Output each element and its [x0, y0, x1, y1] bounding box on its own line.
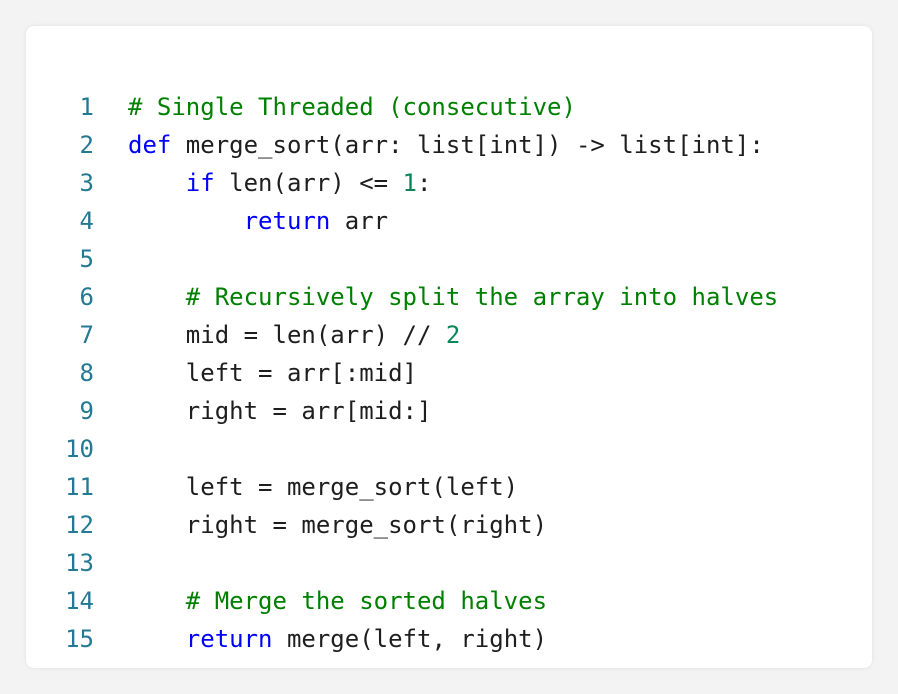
line-content	[94, 240, 128, 278]
number-token: 2	[445, 321, 461, 349]
line-content: def merge_sort(arr: list[int]) -> list[i…	[94, 126, 764, 164]
line-content: return arr	[94, 202, 389, 240]
line-number: 4	[79, 207, 94, 235]
line-number: 5	[79, 245, 94, 273]
code-line: 13	[26, 544, 872, 582]
code-line: 1 # Single Threaded (consecutive)	[26, 88, 872, 126]
code-line: 8 left = arr[:mid]	[26, 354, 872, 392]
number-token: 1	[402, 169, 417, 197]
code-token: arr	[330, 207, 389, 235]
line-content	[94, 430, 128, 468]
code-line: 5	[26, 240, 872, 278]
code-line: 9 right = arr[mid:]	[26, 392, 872, 430]
code-token: len(arr) <=	[214, 169, 403, 197]
line-number: 1	[79, 93, 94, 121]
line-number: 7	[79, 321, 94, 349]
line-content: right = arr[mid:]	[94, 392, 432, 430]
code-line: 4 return arr	[26, 202, 872, 240]
line-number: 3	[79, 169, 94, 197]
keyword-token: if	[185, 169, 215, 197]
code-token: right = merge_sort(right)	[128, 511, 548, 539]
line-content: return merge(left, right)	[94, 620, 547, 658]
line-number: 8	[79, 359, 94, 387]
line-number: 11	[65, 473, 94, 501]
line-content: # Merge the sorted halves	[94, 582, 547, 620]
line-number: 6	[79, 283, 94, 311]
code-line: 6 # Recursively split the array into hal…	[26, 278, 872, 316]
line-number: 14	[65, 587, 94, 615]
code-token: left = merge_sort(left)	[128, 473, 519, 501]
comment-token: # Single Threaded (consecutive)	[128, 93, 576, 121]
code-token: merge(left, right)	[272, 625, 548, 653]
line-content	[94, 544, 128, 582]
code-line: 14 # Merge the sorted halves	[26, 582, 872, 620]
keyword-token: return	[185, 625, 273, 653]
comment-token: # Recursively split the array into halve…	[185, 283, 779, 311]
code-line: 11 left = merge_sort(left)	[26, 468, 872, 506]
code-token: mid = len(arr) //	[128, 321, 446, 349]
line-content: right = merge_sort(right)	[94, 506, 547, 544]
code-card: 1 # Single Threaded (consecutive) 2 def mer…	[26, 26, 872, 668]
code-line: 2 def merge_sort(arr: list[int]) -> list[…	[26, 126, 872, 164]
keyword-token: def	[128, 131, 172, 159]
line-number: 10	[65, 435, 94, 463]
comment-token: # Merge the sorted halves	[185, 587, 548, 615]
code-line: 15 return merge(left, right)	[26, 620, 872, 658]
code-token: merge_sort(arr: list[int]) -> list[int]:	[171, 131, 764, 159]
line-number: 15	[65, 625, 94, 653]
line-number: 13	[65, 549, 94, 577]
code-line: 10	[26, 430, 872, 468]
code-line: 3 if len(arr) <= 1:	[26, 164, 872, 202]
code-token: left = arr[:mid]	[128, 359, 417, 387]
code-line: 7 mid = len(arr) // 2	[26, 316, 872, 354]
line-content: # Recursively split the array into halve…	[94, 278, 778, 316]
line-content: mid = len(arr) // 2	[94, 316, 461, 354]
line-number: 2	[79, 131, 94, 159]
keyword-token: return	[243, 207, 331, 235]
line-number: 9	[79, 397, 94, 425]
line-content: left = arr[:mid]	[94, 354, 417, 392]
line-number: 12	[65, 511, 94, 539]
code-token: :	[417, 169, 432, 197]
line-content: if len(arr) <= 1:	[94, 164, 432, 202]
line-content: left = merge_sort(left)	[94, 468, 518, 506]
line-content: # Single Threaded (consecutive)	[94, 88, 576, 126]
code-token: right = arr[mid:]	[128, 397, 432, 425]
code-line: 12 right = merge_sort(right)	[26, 506, 872, 544]
code-block[interactable]: 1 # Single Threaded (consecutive) 2 def mer…	[26, 88, 872, 658]
